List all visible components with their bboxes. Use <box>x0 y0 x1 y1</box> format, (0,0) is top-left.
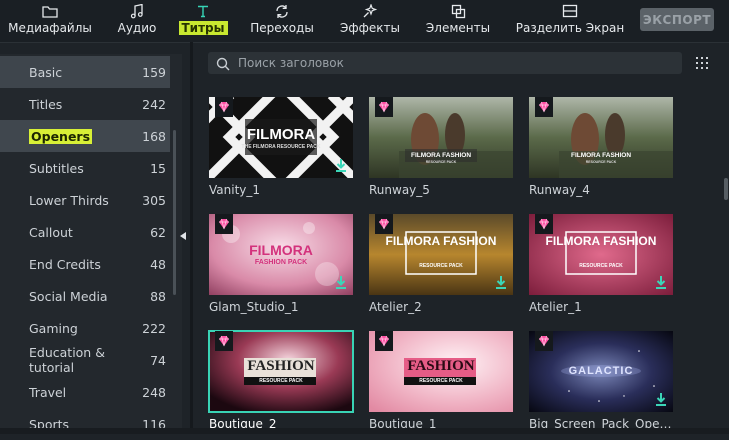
title-card-runway-4[interactable]: FILMORA FASHION RESOURCE PACK Runway_4 <box>529 97 673 197</box>
sparkle-icon <box>361 3 379 19</box>
thumbnail: FILMORA FASHION RESOURCE PACK <box>369 214 513 295</box>
sidebar-item-end-credits[interactable]: End Credits 48 <box>0 248 170 280</box>
category-sidebar: Basic 159 Titles 242 Openers 168 Subtitl… <box>0 54 182 434</box>
tab-effects[interactable]: Эффекты <box>340 0 400 42</box>
premium-gem-icon <box>379 218 389 230</box>
title-card-vanity-1[interactable]: FILMORA THE FILMORA RESOURCE PACK Vanity… <box>209 97 353 197</box>
sidebar-scrollbar[interactable] <box>173 130 176 295</box>
sidebar-item-basic[interactable]: Basic 159 <box>0 56 170 88</box>
card-caption: Runway_5 <box>369 183 430 197</box>
search-bar <box>208 52 682 74</box>
download-icon[interactable] <box>335 275 347 289</box>
sidebar-item-label: Openers <box>29 128 93 144</box>
card-caption: Glam_Studio_1 <box>209 300 299 314</box>
thumbnail: FILMORA THE FILMORA RESOURCE PACK <box>209 97 353 178</box>
transition-icon <box>273 3 291 19</box>
tab-media[interactable]: Медиафайлы <box>8 0 92 42</box>
thumbnail: FILMORA FASHION RESOURCE PACK <box>529 97 673 178</box>
premium-gem-icon <box>539 218 549 230</box>
panel-divider[interactable] <box>190 42 193 434</box>
text-icon <box>194 3 212 19</box>
sidebar-item-travel[interactable]: Travel 248 <box>0 376 170 408</box>
split-screen-icon <box>561 3 579 19</box>
thumbnail: FASHION RESOURCE PACK <box>208 330 354 413</box>
tab-split-screen[interactable]: Разделить Экран <box>516 0 624 42</box>
title-card-boutique-1[interactable]: FASHION RESOURCE PACK Boutique_1 <box>369 331 513 431</box>
tab-transitions[interactable]: Переходы <box>250 0 314 42</box>
thumbnail: FASHION RESOURCE PACK <box>369 331 513 412</box>
sidebar-item-lower-thirds[interactable]: Lower Thirds 305 <box>0 184 170 216</box>
elements-icon <box>449 3 467 19</box>
folder-icon <box>41 3 59 19</box>
top-toolbar: Медиафайлы Аудио Титры Переходы Эффекты … <box>0 0 729 43</box>
premium-gem-icon <box>539 335 549 347</box>
title-card-atelier-1[interactable]: FILMORA FASHION RESOURCE PACK Atelier_1 <box>529 214 673 314</box>
title-card-glam-studio-1[interactable]: FILMORA FASHION PACK Glam_Studio_1 <box>209 214 353 314</box>
sidebar-item-callout[interactable]: Callout 62 <box>0 216 170 248</box>
title-card-boutique-2[interactable]: FASHION RESOURCE PACK Boutique_2 <box>208 330 354 431</box>
sidebar-item-openers[interactable]: Openers 168 <box>0 120 170 152</box>
download-icon[interactable] <box>655 392 667 406</box>
premium-gem-icon <box>219 101 229 113</box>
card-caption: Vanity_1 <box>209 183 261 197</box>
download-icon[interactable] <box>495 275 507 289</box>
thumbnail: GALACTIC <box>529 331 673 412</box>
card-caption: Atelier_2 <box>369 300 422 314</box>
card-caption: Runway_4 <box>529 183 590 197</box>
sidebar-item-education-tutorial[interactable]: Education & tutorial 74 <box>0 344 170 376</box>
title-card-runway-5[interactable]: FILMORA FASHION RESOURCE PACK Runway_5 <box>369 97 513 197</box>
tab-titles[interactable]: Титры <box>178 0 228 42</box>
download-icon[interactable] <box>655 275 667 289</box>
bottom-edge <box>0 428 729 434</box>
grid-view-icon[interactable] <box>696 57 710 71</box>
export-button[interactable]: ЭКСПОРТ <box>640 8 714 31</box>
thumbnail: FILMORA FASHION RESOURCE PACK <box>369 97 513 178</box>
collapse-sidebar-arrow-icon[interactable] <box>180 232 186 240</box>
premium-gem-icon <box>379 101 389 113</box>
sidebar-item-subtitles[interactable]: Subtitles 15 <box>0 152 170 184</box>
tab-elements[interactable]: Элементы <box>426 0 490 42</box>
tab-audio[interactable]: Аудио <box>116 0 158 42</box>
thumbnail: FILMORA FASHION PACK <box>209 214 353 295</box>
premium-gem-icon <box>379 335 389 347</box>
premium-gem-icon <box>219 335 229 347</box>
sidebar-item-social-media[interactable]: Social Media 88 <box>0 280 170 312</box>
content-scrollbar[interactable] <box>724 178 728 200</box>
download-icon[interactable] <box>335 158 347 172</box>
search-input[interactable] <box>236 55 660 71</box>
search-icon <box>216 56 230 71</box>
title-card-big-screen-pack[interactable]: GALACTIC Big_Screen_Pack_Open... <box>529 331 673 431</box>
premium-gem-icon <box>219 218 229 230</box>
music-note-icon <box>128 3 146 19</box>
card-caption: Atelier_1 <box>529 300 582 314</box>
sidebar-item-gaming[interactable]: Gaming 222 <box>0 312 170 344</box>
sidebar-item-sports[interactable]: Sports 116 <box>0 408 170 440</box>
title-card-atelier-2[interactable]: FILMORA FASHION RESOURCE PACK Atelier_2 <box>369 214 513 314</box>
thumbnail: FILMORA FASHION RESOURCE PACK <box>529 214 673 295</box>
premium-gem-icon <box>539 101 549 113</box>
sidebar-item-titles[interactable]: Titles 242 <box>0 88 170 120</box>
